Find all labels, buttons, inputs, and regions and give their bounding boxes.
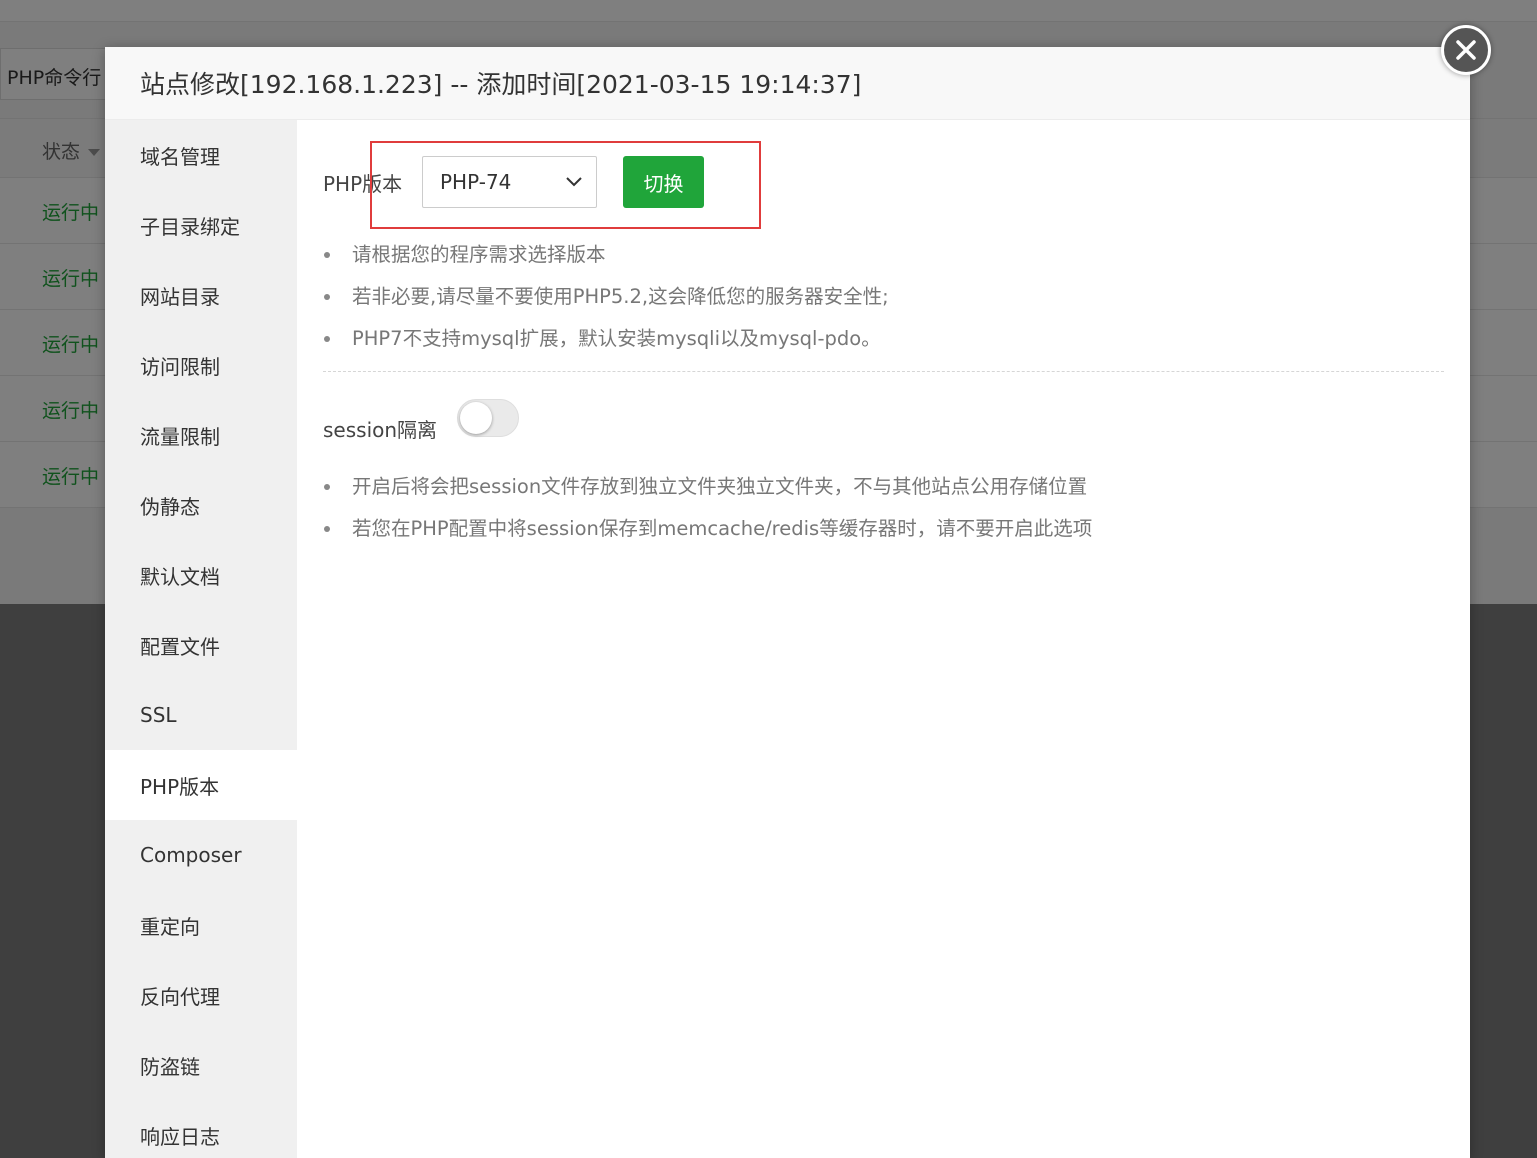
- php-version-select[interactable]: PHP-74: [422, 156, 597, 208]
- modal-body: 域名管理 子目录绑定 网站目录 访问限制 流量限制 伪静态 默认文档 配置文件 …: [105, 120, 1470, 1158]
- site-edit-modal: 站点修改[192.168.1.223] -- 添加时间[2021-03-15 1…: [105, 47, 1470, 1158]
- php-version-panel: PHP版本 PHP-74 切换 请根据您的程序需求选择版本 若非必要,请尽量不要…: [297, 120, 1470, 1158]
- session-tips-list: 开启后将会把session文件存放到独立文件夹独立文件夹，不与其他站点公用存储位…: [323, 466, 1092, 550]
- modal-header: 站点修改[192.168.1.223] -- 添加时间[2021-03-15 1…: [105, 47, 1470, 120]
- sidebar-item-access-limit[interactable]: 访问限制: [105, 330, 297, 400]
- close-modal-button[interactable]: [1441, 25, 1491, 75]
- list-item: PHP7不支持mysql扩展，默认安装mysqli以及mysql-pdo。: [323, 318, 889, 360]
- php-version-selected-value: PHP-74: [440, 170, 512, 194]
- modal-sidebar: 域名管理 子目录绑定 网站目录 访问限制 流量限制 伪静态 默认文档 配置文件 …: [105, 120, 297, 1158]
- chevron-down-icon: [566, 177, 582, 187]
- list-item: 若非必要,请尽量不要使用PHP5.2,这会降低您的服务器安全性;: [323, 276, 889, 318]
- sidebar-item-subdir-binding[interactable]: 子目录绑定: [105, 190, 297, 260]
- sidebar-item-domain[interactable]: 域名管理: [105, 120, 297, 190]
- list-item: 请根据您的程序需求选择版本: [323, 234, 889, 276]
- session-isolation-row: session隔离: [323, 392, 520, 443]
- session-isolation-toggle[interactable]: [457, 398, 520, 437]
- switch-php-button[interactable]: 切换: [623, 156, 704, 208]
- toggle-knob: [460, 401, 493, 434]
- section-divider: [323, 371, 1444, 372]
- sidebar-item-ssl[interactable]: SSL: [105, 680, 297, 750]
- sidebar-item-reverse-proxy[interactable]: 反向代理: [105, 960, 297, 1030]
- php-version-row: PHP版本 PHP-74 切换: [323, 156, 704, 208]
- php-version-label: PHP版本: [323, 171, 403, 196]
- session-isolation-label: session隔离: [323, 418, 438, 442]
- php-tips-list: 请根据您的程序需求选择版本 若非必要,请尽量不要使用PHP5.2,这会降低您的服…: [323, 234, 889, 360]
- sidebar-item-config-file[interactable]: 配置文件: [105, 610, 297, 680]
- sidebar-item-php-version[interactable]: PHP版本: [105, 750, 297, 820]
- sidebar-item-response-log[interactable]: 响应日志: [105, 1100, 297, 1158]
- sidebar-item-site-directory[interactable]: 网站目录: [105, 260, 297, 330]
- sidebar-item-rewrite[interactable]: 伪静态: [105, 470, 297, 540]
- list-item: 若您在PHP配置中将session保存到memcache/redis等缓存器时，…: [323, 508, 1092, 550]
- sidebar-item-composer[interactable]: Composer: [105, 820, 297, 890]
- list-item: 开启后将会把session文件存放到独立文件夹独立文件夹，不与其他站点公用存储位…: [323, 466, 1092, 508]
- sidebar-item-hotlink-protection[interactable]: 防盗链: [105, 1030, 297, 1100]
- sidebar-item-redirect[interactable]: 重定向: [105, 890, 297, 960]
- modal-title: 站点修改[192.168.1.223] -- 添加时间[2021-03-15 1…: [140, 70, 862, 99]
- sidebar-item-traffic-limit[interactable]: 流量限制: [105, 400, 297, 470]
- sidebar-item-default-document[interactable]: 默认文档: [105, 540, 297, 610]
- close-icon: [1456, 40, 1476, 60]
